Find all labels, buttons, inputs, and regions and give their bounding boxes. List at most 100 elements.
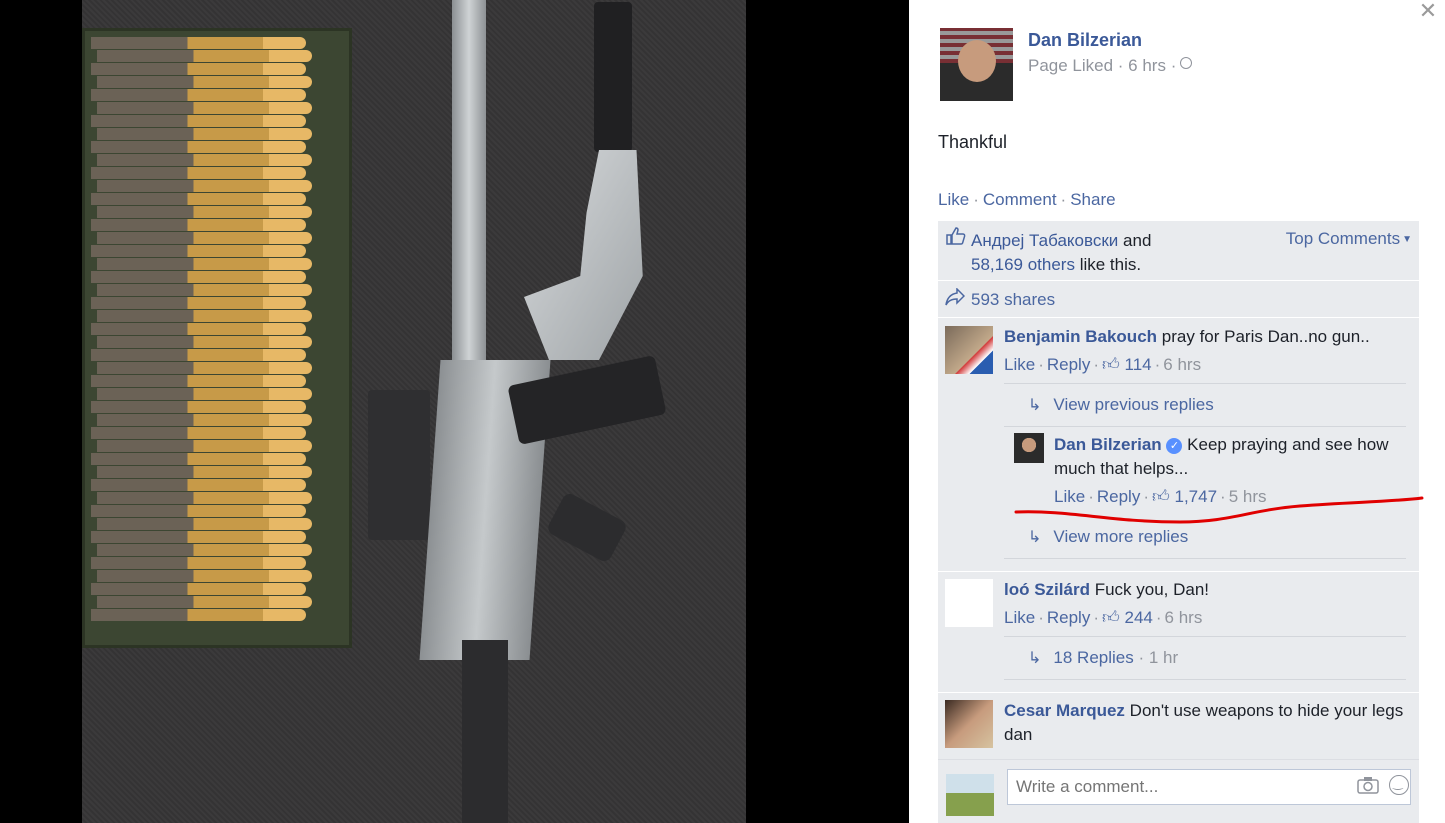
author-name[interactable]: Dan Bilzerian [1028,30,1142,51]
rifle-stock-graphic [462,640,508,823]
ammo-round-graphic [91,375,306,387]
reply-separator [1004,426,1406,427]
thumbs-up-icon: 👍︎ [1152,487,1170,506]
ammo-round-graphic [91,245,306,257]
comment-like-count[interactable]: 244 [1125,608,1153,627]
post-side-panel: ✕ Dan Bilzerian Page Liked · 6 hrs · Tha… [909,0,1445,823]
separator-dot: · [1133,648,1149,667]
reply-separator [1004,558,1406,559]
globe-icon [1180,57,1193,69]
commenter-avatar[interactable] [945,579,993,627]
ammo-round-graphic [91,63,306,75]
author-avatar[interactable] [940,28,1013,101]
likes-others-link[interactable]: 58,169 others [971,255,1075,274]
liker-name[interactable]: Андреј Табаковски [971,231,1118,250]
comment-like-button[interactable]: Like [1004,608,1035,627]
ammo-round-graphic [97,310,312,322]
separator-dot: · [1154,355,1161,374]
shares-link[interactable]: 593 shares [971,290,1055,310]
ammo-round-graphic [91,193,306,205]
commenter-avatar[interactable] [945,326,993,374]
thumbs-up-icon: 👍︎ [1102,608,1120,627]
reply-like-count[interactable]: 1,747 [1175,487,1218,506]
post-actions: Like · Comment · Share [938,190,1116,210]
comment-actions: Like · Reply · 👍︎ 244 · 6 hrs [1004,606,1409,630]
camera-icon[interactable] [1357,776,1379,794]
ammo-round-graphic [97,570,312,582]
ammo-round-graphic [91,271,306,283]
replies-link[interactable]: ↳ 18 Replies · 1 hr [1028,646,1419,671]
replies-time: 1 hr [1148,648,1179,667]
reply-avatar[interactable] [1014,433,1044,463]
comment-actions: Like · Reply · 👍︎ 114 · 6 hrs [1004,353,1409,377]
comment-reply-button[interactable]: Reply [1047,355,1090,374]
separator-dot: · [1088,487,1094,506]
photo-stage [0,0,908,823]
ammo-round-graphic [97,388,312,400]
ammo-round-graphic [91,89,306,101]
comment-reply-button[interactable]: Reply [1047,608,1090,627]
comment-time[interactable]: 6 hrs [1165,608,1203,627]
reply-separator [1004,679,1406,680]
emoji-icon[interactable] [1389,775,1409,795]
separator-dot: · [973,190,979,209]
ammo-round-graphic [97,154,312,166]
ammo-round-graphic [91,37,306,49]
comment-button[interactable]: Comment [983,190,1057,209]
post-meta: Page Liked · 6 hrs · [1028,56,1193,76]
like-button[interactable]: Like [938,190,969,209]
likes-text: Андреј Табаковски and 58,169 others like… [971,229,1271,277]
reply-author-name[interactable]: Dan Bilzerian [1054,435,1162,454]
comment-like-button[interactable]: Like [1004,355,1035,374]
ammo-round-graphic [91,531,306,543]
share-button[interactable]: Share [1070,190,1115,209]
ammo-round-graphic [91,115,306,127]
reply-arrow-icon: ↳ [1028,397,1042,414]
comment-divider [938,692,1419,693]
ammo-round-graphic [91,401,306,413]
comment-input[interactable] [1007,769,1411,805]
view-previous-replies[interactable]: ↳ View previous replies [1028,393,1419,418]
ammo-round-graphic [97,102,312,114]
reply-time[interactable]: 5 hrs [1229,487,1267,506]
post-meta-text: Page Liked · 6 hrs · [1028,56,1177,75]
suppressor-graphic [594,2,632,152]
ammo-round-graphic [97,128,312,140]
reply-like-button[interactable]: Like [1054,487,1085,506]
reply-separator [1004,636,1406,637]
ammo-round-graphic [97,258,312,270]
likes-summary: Андреј Табаковски and 58,169 others like… [938,221,1419,281]
post-caption: Thankful [938,132,1008,152]
ammo-round-graphic [91,323,306,335]
ammo-round-graphic [91,349,306,361]
ammo-round-graphic [97,596,312,608]
ammo-round-graphic [91,427,306,439]
rifle-barrel-graphic [452,0,486,360]
thumbs-up-icon [946,227,966,245]
commenter-name[interactable]: Benjamin Bakouch [1004,327,1157,346]
reply-arrow-icon: ↳ [1028,529,1042,546]
top-comments-dropdown[interactable]: Top Comments ▼ [1286,229,1412,249]
reply-reply-button[interactable]: Reply [1097,487,1140,506]
view-more-replies[interactable]: ↳ View more replies [1028,525,1419,550]
comment-time[interactable]: 6 hrs [1163,355,1201,374]
ammo-round-graphic [97,76,312,88]
separator-dot: · [1093,355,1099,374]
comment-like-count[interactable]: 114 [1125,355,1152,374]
comment-body: loó Szilárd Fuck you, Dan! Like · Reply · 👍︎… [1004,578,1409,630]
replies-count: 18 Replies [1053,648,1134,667]
comment-divider [938,571,1419,572]
commenter-name[interactable]: Cesar Marquez [1004,701,1125,720]
ammo-round-graphic [97,284,312,296]
post-photo[interactable] [82,0,746,823]
ammo-round-graphic [91,453,306,465]
comment-composer [938,759,1419,823]
ammo-round-graphic [97,180,312,192]
ammo-box-graphic [82,28,352,648]
close-icon[interactable]: ✕ [1417,0,1439,22]
commenter-avatar[interactable] [945,700,993,748]
ammo-round-graphic [97,492,312,504]
separator-dot: · [1143,487,1149,506]
thumbs-up-icon: 👍︎ [1102,355,1120,374]
commenter-name[interactable]: loó Szilárd [1004,580,1090,599]
